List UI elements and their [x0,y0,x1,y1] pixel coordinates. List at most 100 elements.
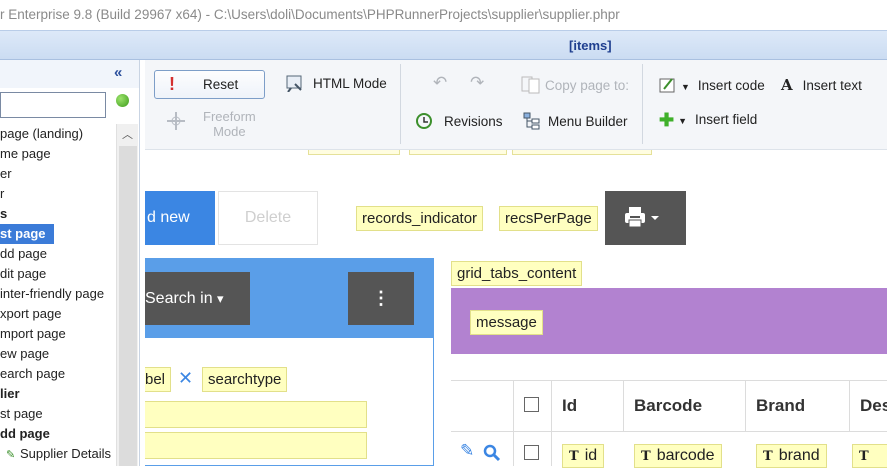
sidebar-scrollbar[interactable]: ︿ [116,124,138,466]
delete-button[interactable]: Delete [218,191,318,245]
close-icon[interactable]: ✕ [178,368,193,389]
field-brand-label: brand [778,447,820,464]
field-barcode-tag[interactable]: Tbarcode [634,444,722,468]
tree-item-label: dd page [0,426,50,441]
recs-per-page-tag[interactable]: recsPerPage [499,206,598,231]
scrollbar-thumb[interactable] [119,146,137,466]
grid-header-id[interactable]: Id [552,380,624,432]
tree-item[interactable]: er [0,164,116,184]
copy-page-label: Copy page to: [545,78,630,93]
menu-builder-button[interactable]: Menu Builder [523,112,628,130]
scroll-up-icon[interactable]: ︿ [122,126,133,142]
tree-item[interactable]: r [0,184,116,204]
tree-item-label: Supplier Details [20,446,112,461]
tree-item[interactable]: mport page [0,324,116,344]
tree-item-label: xport page [0,306,62,321]
warning-icon: ! [169,74,175,94]
document-title: [items] [569,38,612,53]
view-search-icon[interactable] [483,444,501,462]
grid-tabs-content-tag[interactable]: grid_tabs_content [451,261,583,286]
select-all-checkbox[interactable] [524,397,539,412]
printer-icon [625,207,659,228]
layout-slot[interactable] [308,150,400,155]
search-field-placeholder[interactable] [145,401,367,428]
field-id-tag[interactable]: Tid [562,444,605,468]
field-brand-tag[interactable]: Tbrand [756,444,827,468]
tree-item[interactable]: inter-friendly page [0,284,116,304]
toolbar-separator [642,64,643,144]
grid-row-checkbox-cell [514,432,552,466]
undo-icon[interactable]: ↶ [433,73,447,93]
field-description-tag[interactable]: T [852,444,887,468]
message-tag[interactable]: message [470,310,543,335]
print-button[interactable] [605,191,686,245]
html-mode-icon [286,75,302,93]
page-tree: page (landing) me page er r s st page dd page d… [0,124,116,466]
menu-builder-icon [523,112,540,130]
freeform-mode-button[interactable]: Freeform Mode [203,109,256,139]
tree-item[interactable]: earch page [0,364,116,384]
insert-code-label: Insert code [697,78,765,93]
insert-code-button[interactable]: ▼ Insert code [659,76,765,94]
caret-down-icon: ▾ [217,291,224,306]
layout-slot[interactable] [512,150,652,155]
page-leaf-icon: ✎ [6,449,16,461]
field-id-label: id [584,447,598,464]
tree-item[interactable]: ✎ Supplier Details [0,444,116,464]
tree-item-label: inter-friendly page [0,286,105,301]
tree-item[interactable]: dd page [0,244,116,264]
revisions-button[interactable]: Revisions [415,112,503,130]
tree-item[interactable]: dd page [0,424,116,444]
collapse-sidebar-icon[interactable]: « [114,64,122,81]
tree-item[interactable]: xport page [0,304,116,324]
search-label-tag[interactable]: bel [145,367,172,392]
records-indicator-tag[interactable]: records_indicator [356,206,484,231]
tree-item-label: mport page [0,326,66,341]
layout-slot[interactable] [409,150,507,155]
tree-item-label: st page [0,406,43,421]
tree-item[interactable]: dit page [0,264,116,284]
toolbar-separator [400,64,401,144]
editor-toolbar: ! Reset HTML Mode Freeform Mode ↶ ↷ Copy… [145,60,887,150]
reset-label: Reset [203,77,239,92]
row-checkbox[interactable] [524,445,539,460]
insert-text-button[interactable]: A Insert text [781,76,862,94]
text-field-icon: T [763,449,773,464]
tree-item-label: page (landing) [0,126,84,141]
grid-header-barcode[interactable]: Barcode [624,380,746,432]
tree-item[interactable]: me page [0,144,116,164]
tree-item[interactable]: st page [0,224,54,244]
insert-field-button[interactable]: ✚ ▼ Insert field [659,111,757,129]
copy-page-button[interactable]: Copy page to: [521,76,629,94]
text-field-icon: T [569,449,579,464]
reset-button[interactable]: ! Reset [154,70,265,99]
tree-item-label: dd page [0,246,47,261]
tree-item[interactable]: s [0,204,116,224]
redo-icon[interactable]: ↷ [470,73,484,93]
text-field-icon: T [641,449,651,464]
tree-item[interactable]: lier [0,384,116,404]
tree-item[interactable]: page (landing) [0,124,116,144]
tree-item-label: ew page [0,346,50,361]
searchtype-tag[interactable]: searchtype [202,367,288,392]
grid-row-actions: ✎ [451,432,514,466]
grid-header-checkbox-cell [514,380,552,432]
dropdown-arrow-icon: ▼ [681,82,690,92]
tree-item[interactable]: ew page [0,344,116,364]
grid-header-description[interactable]: Des [850,380,887,432]
search-field-placeholder[interactable] [145,432,367,459]
tree-item-label: st page [0,226,46,241]
edit-pencil-icon[interactable]: ✎ [460,441,474,461]
freeform-mode-icon [165,110,187,135]
search-in-dropdown[interactable]: Search in ▾ [145,272,250,325]
freeform-label-1: Freeform [203,109,256,124]
tree-item-label: s [0,206,8,221]
grid-header-brand[interactable]: Brand [746,380,850,432]
html-mode-button[interactable]: HTML Mode [285,74,387,93]
add-new-button[interactable]: d new [145,191,215,245]
project-tree-panel: « page (landing) me page er r s st page dd pag… [0,60,140,466]
sidebar-search-input[interactable] [0,92,106,118]
field-barcode-label: barcode [656,447,715,464]
tree-item[interactable]: st page [0,404,116,424]
more-options-icon[interactable]: ⋮ [348,272,414,325]
